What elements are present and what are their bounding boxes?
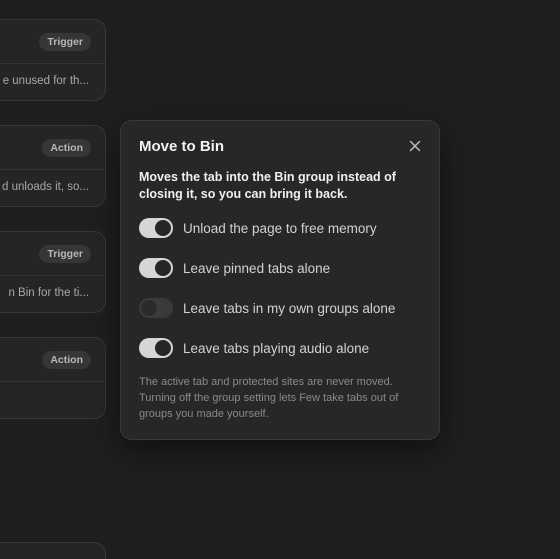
card-type-badge: Trigger xyxy=(39,33,91,51)
toggle-knob xyxy=(155,220,171,236)
option-unload-page: Unload the page to free memory xyxy=(139,217,377,239)
option-leave-pinned: Leave pinned tabs alone xyxy=(139,257,330,279)
flow-card-action[interactable]: Action xyxy=(0,337,106,419)
card-type-badge: Action xyxy=(42,351,91,369)
popover-description: Moves the tab into the Bin group instead… xyxy=(139,170,396,201)
popover-title: Move to Bin xyxy=(139,138,224,155)
flow-card-action[interactable]: Action d unloads it, so... xyxy=(0,125,106,207)
option-leave-own-groups: Leave tabs in my own groups alone xyxy=(139,297,395,319)
toggle-knob xyxy=(155,340,171,356)
leave-audio-toggle[interactable] xyxy=(139,338,173,358)
close-button[interactable] xyxy=(407,138,423,154)
leave-own-groups-toggle[interactable] xyxy=(139,298,173,318)
option-label: Unload the page to free memory xyxy=(183,220,377,236)
unload-page-toggle[interactable] xyxy=(139,218,173,238)
card-type-badge: Action xyxy=(42,139,91,157)
flow-card-partial[interactable] xyxy=(0,542,106,559)
card-header: Trigger xyxy=(0,20,105,64)
move-to-bin-popover: Move to Bin Moves the tab into the Bin g… xyxy=(120,120,440,440)
card-body: e unused for th... xyxy=(0,64,105,100)
workflow-canvas[interactable]: Trigger e unused for th... Action d unlo… xyxy=(0,0,560,559)
card-description: n Bin for the ti... xyxy=(8,287,89,299)
flow-card-trigger[interactable]: Trigger n Bin for the ti... xyxy=(0,231,106,313)
card-description: d unloads it, so... xyxy=(2,181,89,193)
card-header: Trigger xyxy=(0,232,105,276)
close-icon xyxy=(409,140,421,152)
toggle-knob xyxy=(141,300,157,316)
option-label: Leave tabs in my own groups alone xyxy=(183,300,396,316)
option-leave-audio: Leave tabs playing audio alone xyxy=(139,337,369,359)
option-label: Leave tabs playing audio alone xyxy=(183,340,370,356)
flow-card-trigger[interactable]: Trigger e unused for th... xyxy=(0,19,106,101)
card-header: Action xyxy=(0,338,105,382)
option-label: Leave pinned tabs alone xyxy=(183,260,331,276)
card-body: n Bin for the ti... xyxy=(0,276,105,312)
card-header: Action xyxy=(0,126,105,170)
leave-pinned-toggle[interactable] xyxy=(139,258,173,278)
card-body xyxy=(0,382,105,418)
toggle-knob xyxy=(155,260,171,276)
card-body: d unloads it, so... xyxy=(0,170,105,206)
card-type-badge: Trigger xyxy=(39,245,91,263)
popover-footnote: The active tab and protected sites are n… xyxy=(139,376,399,420)
card-description: e unused for th... xyxy=(2,75,89,87)
